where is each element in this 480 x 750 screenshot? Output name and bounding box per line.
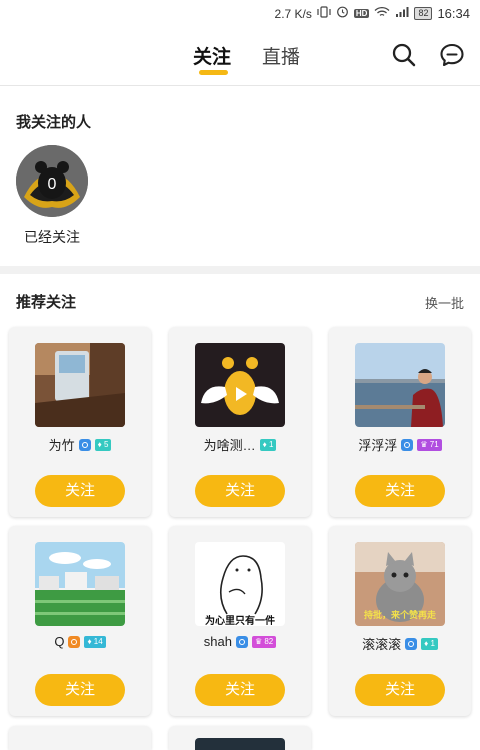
verified-icon xyxy=(68,635,81,648)
card-user-row: Q ♦ 14 xyxy=(9,634,151,649)
hd-icon: HD xyxy=(353,9,370,18)
follow-button[interactable]: 关注 xyxy=(195,674,285,706)
verified-icon xyxy=(401,438,414,451)
refresh-button[interactable]: 换一批 xyxy=(425,293,464,312)
level-badge: ♦ 14 xyxy=(84,635,106,648)
recommend-card-partial[interactable] xyxy=(9,726,151,750)
network-speed: 2.7 K/s xyxy=(274,6,312,21)
signal-icon xyxy=(395,6,409,22)
tab-follow[interactable]: 关注 xyxy=(193,42,231,69)
card-thumbnail xyxy=(195,343,285,427)
recommend-card[interactable]: 持批，来个赞再走 滚滚滚 ♦ 1 关注 xyxy=(329,526,471,716)
section-divider xyxy=(0,266,480,274)
card-username: Q xyxy=(54,634,65,649)
level-badge: ♦ 1 xyxy=(421,637,438,650)
level-badge: ♛ 82 xyxy=(251,635,277,648)
card-username: shah xyxy=(203,634,232,649)
card-user-row: 滚滚滚 ♦ 1 xyxy=(329,634,471,653)
card-user-row: 为啥测… ♦ 1 xyxy=(169,435,311,454)
followed-avatar[interactable]: 0 xyxy=(16,145,88,217)
card-username: 为竹 xyxy=(48,438,75,453)
card-thumbnail: 持批，来个赞再走 xyxy=(355,542,445,626)
wifi-icon xyxy=(374,6,390,22)
thumbnail-caption: 为心里只有一件 xyxy=(205,614,275,626)
recommend-card[interactable]: 为心里只有一件 shah ♛ 82 关注 xyxy=(169,526,311,716)
follow-button[interactable]: 关注 xyxy=(35,674,125,706)
vibrate-icon xyxy=(317,5,331,22)
follow-button[interactable]: 关注 xyxy=(355,674,445,706)
recommend-card[interactable]: 为竹 ♦ 5 关注 xyxy=(9,327,151,517)
tab-live[interactable]: 直播 xyxy=(262,42,300,69)
followed-section-title: 我关注的人 xyxy=(16,114,92,131)
verified-icon xyxy=(78,438,91,451)
verified-icon xyxy=(405,637,418,650)
recommend-card[interactable]: Q ♦ 14 关注 xyxy=(9,526,151,716)
battery-icon: 82 xyxy=(414,7,433,20)
follow-button[interactable]: 关注 xyxy=(355,475,445,507)
card-username: 浮浮浮 xyxy=(358,438,398,453)
followed-count: 0 xyxy=(48,176,57,193)
card-thumbnail xyxy=(35,343,125,427)
recommend-card[interactable]: 浮浮浮 ♛ 71 关注 xyxy=(329,327,471,517)
follow-button[interactable]: 关注 xyxy=(195,475,285,507)
recommend-card-partial[interactable] xyxy=(169,726,311,750)
tab-indicator xyxy=(199,70,228,75)
card-thumbnail: 为心里只有一件 xyxy=(195,542,285,626)
recommend-section-title: 推荐关注 xyxy=(16,294,77,311)
status-bar: 2.7 K/s HD 82 16:34 xyxy=(0,0,480,26)
verified-icon xyxy=(235,635,248,648)
card-user-row: 为竹 ♦ 5 xyxy=(9,435,151,454)
card-thumbnail xyxy=(355,343,445,427)
card-username: 滚滚滚 xyxy=(362,637,402,652)
recommend-card[interactable]: 为啥测… ♦ 1 关注 xyxy=(169,327,311,517)
search-icon[interactable] xyxy=(391,42,417,68)
message-icon[interactable] xyxy=(439,42,465,68)
thumbnail-caption: 持批，来个赞再走 xyxy=(364,609,436,621)
card-thumbnail xyxy=(35,542,125,626)
level-badge: ♛ 71 xyxy=(417,438,442,451)
level-badge: ♦ 1 xyxy=(259,438,277,451)
card-user-row: 浮浮浮 ♛ 71 xyxy=(329,435,471,454)
clock: 16:34 xyxy=(437,6,470,21)
alarm-icon xyxy=(336,5,349,22)
follow-button[interactable]: 关注 xyxy=(35,475,125,507)
card-user-row: shah ♛ 82 xyxy=(169,634,311,649)
followed-label: 已经关注 xyxy=(24,229,80,245)
level-badge: ♦ 5 xyxy=(94,438,112,451)
card-thumbnail xyxy=(195,738,285,750)
top-navigation: 关注 直播 xyxy=(0,30,480,86)
card-username: 为啥测… xyxy=(203,438,256,453)
